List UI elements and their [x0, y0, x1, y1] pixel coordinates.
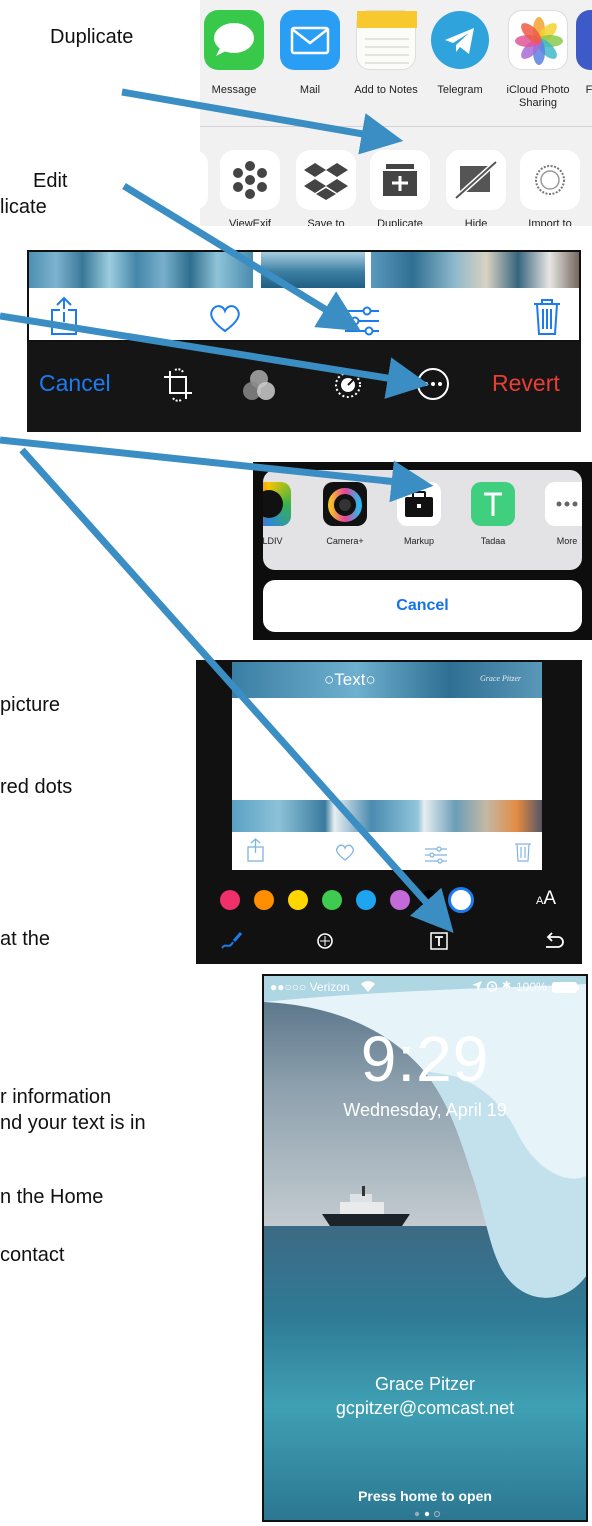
thumbnail-strip-1[interactable]: [29, 252, 253, 288]
thumbnail-strip-3[interactable]: [371, 252, 579, 288]
note-information: r information: [0, 1086, 112, 1108]
edit-cancel-button[interactable]: Cancel: [39, 370, 111, 397]
hide-action-icon[interactable]: [446, 150, 506, 210]
undo-icon[interactable]: [542, 930, 566, 952]
markup-text-box[interactable]: ○Text○: [324, 670, 376, 690]
more-sheet-cancel-button[interactable]: Cancel: [263, 580, 582, 632]
filters-icon[interactable]: [241, 368, 277, 404]
text-tool-icon[interactable]: [428, 930, 450, 952]
location-icon: [472, 981, 482, 991]
color-dot-green[interactable]: [322, 890, 342, 910]
bluetooth-icon: ✱: [502, 980, 512, 992]
favorite-heart-icon[interactable]: [207, 304, 243, 334]
duplicate-label: Duplicate: [377, 218, 423, 226]
battery-icon: [552, 982, 580, 993]
ship: [322, 1186, 412, 1230]
adjust-dial-icon[interactable]: [329, 366, 367, 404]
color-dot-yellow[interactable]: [288, 890, 308, 910]
telegram-app-icon[interactable]: [430, 10, 490, 70]
viewexif-label: ViewExif: [229, 218, 271, 226]
alarm-icon: [486, 980, 498, 992]
markup-watermark: Grace Pitzer: [480, 674, 522, 683]
import-to-label: Import to: [528, 218, 572, 226]
note-your-text: nd your text is in: [0, 1112, 146, 1134]
more-sheet: OLDIV Camera+ Markup Tadaa More Cancel: [253, 462, 592, 640]
carrier-signal: ●●○○○ Verizon: [270, 980, 350, 994]
tadaa-app-icon[interactable]: [471, 482, 515, 526]
magnifier-icon[interactable]: [314, 930, 336, 952]
photo-toolbar: [27, 250, 581, 342]
note-contact: contact: [0, 1244, 65, 1266]
page-indicator: [413, 1510, 443, 1518]
font-size-button[interactable]: AA: [536, 888, 556, 910]
oldiv-label: OLDIV: [263, 536, 283, 546]
note-duplicate-cut: licate: [0, 196, 47, 218]
thumbnail-strip-2[interactable]: [261, 252, 365, 288]
share-sheet: Message Mail Add to Notes Telegram iClou…: [200, 0, 592, 226]
adjust-sliders-icon[interactable]: [343, 306, 381, 336]
color-dot-orange[interactable]: [254, 890, 274, 910]
markup-label: Markup: [403, 536, 434, 546]
color-dot-black[interactable]: [420, 890, 440, 910]
message-app-icon[interactable]: [204, 10, 264, 70]
partial-app-icon[interactable]: [576, 10, 592, 70]
oldiv-app-icon[interactable]: [263, 482, 291, 526]
note-at-the: at the: [0, 928, 51, 950]
note-home: n the Home: [0, 1186, 104, 1208]
crop-rotate-icon[interactable]: [161, 368, 195, 402]
share-divider: [200, 126, 592, 127]
markup-trash-icon: [514, 840, 532, 862]
hide-label: Hide: [464, 218, 488, 226]
markup-heart-icon: [334, 844, 356, 862]
notes-app-icon[interactable]: [356, 10, 417, 70]
color-dot-pink[interactable]: [220, 890, 240, 910]
partial-app-label: F: [585, 84, 592, 96]
lock-screen: ●●○○○ Verizon ✱ 100% 9:29 Wednesday, Apr…: [262, 974, 588, 1522]
note-red-dots: red dots: [0, 776, 73, 798]
note-edit: Edit: [33, 170, 68, 192]
import-action-icon[interactable]: [520, 150, 580, 210]
note-picture: picture: [0, 694, 61, 716]
more-apps-icon[interactable]: [545, 482, 582, 526]
color-dot-white-selected[interactable]: [448, 887, 474, 913]
battery-percent: 100%: [516, 980, 547, 994]
camera-plus-app-icon[interactable]: [323, 482, 367, 526]
color-dot-purple[interactable]: [390, 890, 410, 910]
mail-app-icon[interactable]: [280, 10, 340, 70]
partial-action-icon[interactable]: [200, 150, 208, 210]
more-sheet-apps: OLDIV Camera+ Markup Tadaa More: [263, 470, 582, 570]
lock-date: Wednesday, April 19: [343, 1100, 507, 1120]
dropbox-action-icon[interactable]: [296, 150, 356, 210]
camera-plus-label: Camera+: [326, 536, 364, 546]
icloud-photo-sharing-icon[interactable]: [508, 10, 568, 70]
markup-editor: ○Text○ Grace Pitzer AA: [196, 660, 582, 964]
lock-time: 9:29: [360, 1023, 490, 1095]
edit-bar: Cancel Revert: [27, 342, 581, 432]
markup-share-icon: [246, 838, 266, 862]
press-home-hint[interactable]: Press home to open: [264, 1488, 586, 1504]
color-dot-blue[interactable]: [356, 890, 376, 910]
owner-email: gcpitzer@comcast.net: [335, 1398, 515, 1418]
markup-pen-icon[interactable]: [220, 930, 244, 952]
telegram-label: Telegram: [437, 84, 483, 96]
share-icon[interactable]: [49, 296, 79, 336]
save-to-label: Save to: [307, 218, 345, 226]
owner-name: Grace Pitzer: [374, 1374, 476, 1394]
markup-app-icon[interactable]: [397, 482, 441, 526]
wifi-icon: [360, 980, 376, 992]
markup-sliders-icon: [424, 846, 448, 864]
duplicate-action-icon[interactable]: [370, 150, 430, 210]
markup-text-value: Text: [334, 670, 366, 689]
edit-revert-button[interactable]: Revert: [492, 370, 560, 397]
tadaa-label: Tadaa: [480, 536, 506, 546]
note-duplicate: Duplicate: [50, 26, 134, 48]
viewexif-action-icon[interactable]: [220, 150, 280, 210]
more-label: More: [556, 536, 578, 546]
more-options-icon[interactable]: [415, 366, 451, 402]
trash-icon[interactable]: [533, 298, 561, 336]
markup-thumbnail-strip: [232, 800, 542, 832]
